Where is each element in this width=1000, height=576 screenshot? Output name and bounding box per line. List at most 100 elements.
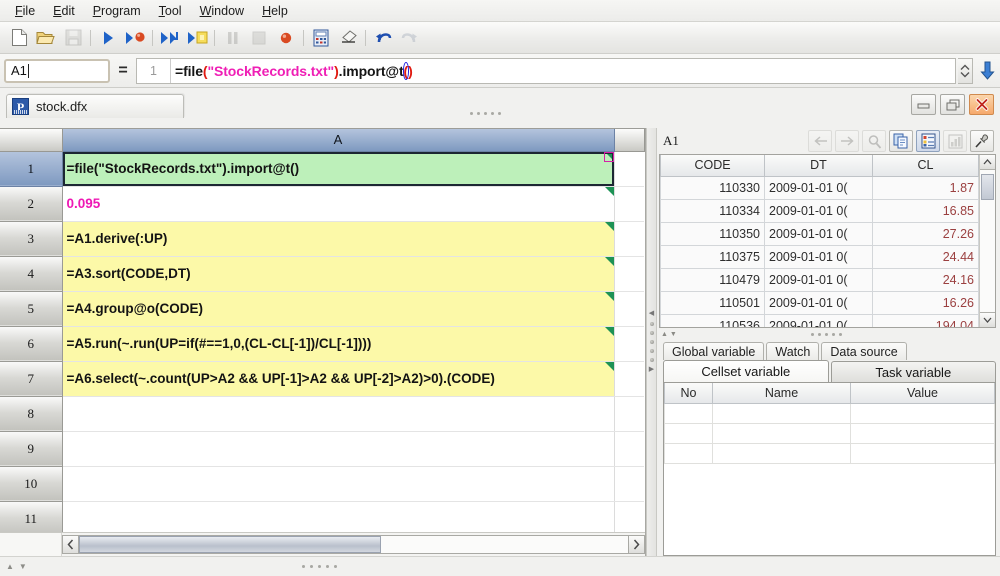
tab-cellset-variable[interactable]: Cellset variable (663, 360, 829, 382)
tab-data-source[interactable]: Data source (821, 342, 907, 360)
cell-B11[interactable] (614, 501, 644, 532)
debug-run-icon[interactable] (122, 25, 148, 51)
cell-B4[interactable] (614, 256, 644, 292)
variable-col-no[interactable]: No (664, 383, 713, 404)
column-header-b[interactable] (613, 129, 645, 152)
restore-button[interactable] (940, 94, 965, 115)
row-header-10[interactable]: 10 (0, 466, 63, 502)
scroll-left-button[interactable] (62, 535, 79, 554)
cell-A10[interactable] (62, 466, 615, 502)
cell-A3[interactable]: =A1.derive(:UP) (62, 221, 615, 257)
statusbar-drag-handle[interactable] (302, 565, 337, 568)
cell-A9[interactable] (62, 431, 615, 467)
cell-A6[interactable]: =A5.run(~.run(UP=if(#==1,0,(CL-CL[-1])/C… (62, 326, 615, 362)
table-row[interactable]: 110334 2009-01-01 0(16.85 (660, 198, 979, 223)
value-col-header-cl[interactable]: CL (872, 155, 979, 177)
row-header-1[interactable]: 1 (0, 151, 63, 187)
menu-program[interactable]: Program (84, 2, 150, 20)
row-header-2[interactable]: 2 (0, 186, 63, 222)
splitter-collapse-left-icon[interactable]: ◀ (649, 310, 654, 317)
tab-watch[interactable]: Watch (766, 342, 820, 360)
row-header-9[interactable]: 9 (0, 431, 63, 467)
row-header-6[interactable]: 6 (0, 326, 63, 362)
table-row[interactable]: 110375 2009-01-01 0(24.44 (660, 244, 979, 269)
calc-icon[interactable] (308, 25, 334, 51)
statusbar-down-icon[interactable]: ▼ (19, 562, 27, 571)
cell-A11[interactable] (62, 501, 615, 532)
horizontal-scroll-thumb[interactable] (79, 536, 381, 553)
cell-B10[interactable] (614, 466, 644, 502)
cell-A1[interactable]: =file("StockRecords.txt").import@t() (62, 151, 615, 187)
expand-formula-icon[interactable] (976, 56, 998, 86)
table-row[interactable]: 110330 2009-01-01 0(1.87 (660, 175, 979, 200)
row-header-7[interactable]: 7 (0, 361, 63, 397)
detail-list-icon[interactable] (916, 130, 940, 152)
cell-B9[interactable] (614, 431, 644, 467)
minimize-button[interactable] (911, 94, 936, 115)
splitter-collapse-icons[interactable]: ▲ ▼ (661, 331, 677, 338)
formula-expression[interactable]: =file("StockRecords.txt") .import@t() (171, 59, 955, 83)
tab-task-variable[interactable]: Task variable (830, 361, 996, 382)
close-button[interactable] (969, 94, 994, 115)
value-panel-horizontal-splitter[interactable]: ▲ ▼ (657, 328, 996, 340)
table-row[interactable]: 110479 2009-01-01 0(24.16 (660, 267, 979, 292)
undo-icon[interactable] (370, 25, 396, 51)
horizontal-scroll-track[interactable] (79, 535, 628, 554)
select-all-corner[interactable] (0, 129, 63, 152)
cell-A4[interactable]: =A3.sort(CODE,DT) (62, 256, 615, 292)
variable-col-name[interactable]: Name (712, 383, 851, 404)
row-header-3[interactable]: 3 (0, 221, 63, 257)
cell-A5[interactable]: =A4.group@o(CODE) (62, 291, 615, 327)
scroll-right-button[interactable] (628, 535, 645, 554)
table-row[interactable]: 110536 2009-01-01 0(194.04 (660, 313, 979, 327)
cell-B7[interactable] (614, 361, 644, 397)
row-header-4[interactable]: 4 (0, 256, 63, 292)
table-row[interactable] (664, 422, 995, 444)
open-folder-icon[interactable] (33, 25, 59, 51)
step-over-icon[interactable] (157, 25, 183, 51)
menu-tool[interactable]: Tool (150, 2, 191, 20)
value-col-header-code[interactable]: CODE (660, 155, 765, 177)
scroll-up-button[interactable] (980, 155, 995, 170)
statusbar-up-icon[interactable]: ▲ (6, 562, 14, 571)
scroll-down-button[interactable] (980, 312, 995, 327)
document-tab-stock[interactable]: P stock.dfx (6, 94, 184, 118)
menu-help[interactable]: Help (253, 2, 297, 20)
table-row[interactable] (664, 442, 995, 464)
menu-edit[interactable]: Edit (44, 2, 84, 20)
tabrow-drag-handle[interactable] (470, 112, 501, 115)
vertical-scroll-track[interactable] (980, 170, 995, 312)
cell-B3[interactable] (614, 221, 644, 257)
cell-A8[interactable] (62, 396, 615, 432)
cell-name-input[interactable]: A1 (4, 58, 110, 83)
cell-A2[interactable]: 0.095 (62, 186, 615, 222)
cell-B5[interactable] (614, 291, 644, 327)
eraser-icon[interactable] (335, 25, 361, 51)
cell-B8[interactable] (614, 396, 644, 432)
cell-B6[interactable] (614, 326, 644, 362)
value-col-header-dt[interactable]: DT (764, 155, 873, 177)
formula-input-container[interactable]: 1 =file("StockRecords.txt") .import@t() (136, 57, 956, 84)
value-grid-vertical-scrollbar[interactable] (979, 155, 995, 327)
breakpoint-icon[interactable] (273, 25, 299, 51)
row-header-11[interactable]: 11 (0, 501, 63, 532)
vertical-splitter[interactable]: ◀ ▶ (646, 128, 657, 556)
variable-col-value[interactable]: Value (850, 383, 995, 404)
run-icon[interactable] (95, 25, 121, 51)
splitter-collapse-right-icon[interactable]: ▶ (649, 366, 654, 373)
tab-global-variable[interactable]: Global variable (663, 342, 765, 360)
menu-window[interactable]: Window (191, 2, 253, 20)
row-header-5[interactable]: 5 (0, 291, 63, 327)
cell-B2[interactable] (614, 186, 644, 222)
pin-icon[interactable] (970, 130, 994, 152)
row-header-8[interactable]: 8 (0, 396, 63, 432)
copy-icon[interactable] (889, 130, 913, 152)
table-row[interactable]: 110350 2009-01-01 0(27.26 (660, 221, 979, 246)
cell-A7[interactable]: =A6.select(~.count(UP>A2 && UP[-1]>A2 &&… (62, 361, 615, 397)
formula-line-spinner[interactable] (958, 57, 973, 84)
column-header-a[interactable]: A (61, 129, 615, 152)
new-file-icon[interactable] (6, 25, 32, 51)
step-into-icon[interactable] (184, 25, 210, 51)
menu-file[interactable]: File (6, 2, 44, 20)
table-row[interactable]: 110501 2009-01-01 0(16.26 (660, 290, 979, 315)
